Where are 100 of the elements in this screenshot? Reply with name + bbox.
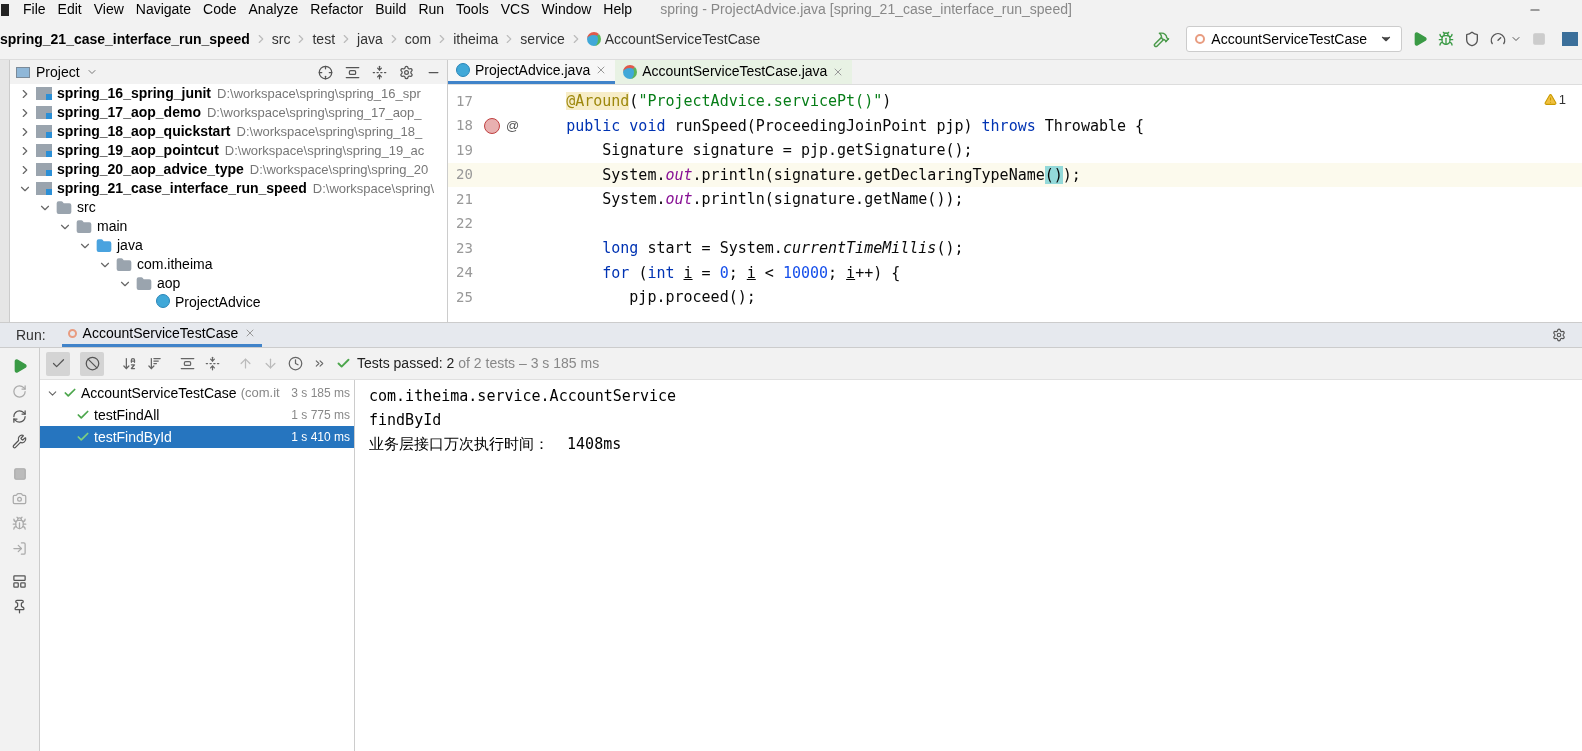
tree-item[interactable]: spring_17_aop_demo — [57, 102, 201, 123]
show-ignored-toggle[interactable] — [80, 351, 104, 376]
test-row[interactable]: AccountServiceTestCase (com.it 3 s 185 ms — [40, 382, 354, 404]
tree-item[interactable]: java — [117, 235, 143, 256]
expand-all-icon[interactable] — [180, 356, 195, 371]
test-name: testFindAll — [94, 405, 160, 425]
tree-item[interactable]: spring_16_spring_junit — [57, 84, 212, 104]
class-icon — [156, 293, 170, 308]
line-number: 17 — [455, 91, 474, 111]
tree-item[interactable]: main — [97, 216, 128, 237]
debug-bug-icon[interactable] — [1438, 31, 1454, 47]
run-tab[interactable]: AccountServiceTestCase — [61, 322, 263, 347]
passed-check-icon — [76, 430, 90, 444]
editor-tab[interactable]: ProjectAdvice.java — [448, 60, 616, 84]
tree-item[interactable]: ProjectAdvice — [175, 292, 261, 313]
folder-icon — [76, 218, 92, 235]
menu-item[interactable]: Code — [197, 0, 243, 20]
menu-item[interactable]: Window — [535, 0, 598, 20]
code-line: long start = System.currentTimeMillis(); — [601, 238, 964, 259]
passed-check-icon — [63, 386, 77, 400]
breadcrumb[interactable]: com — [404, 28, 432, 50]
menu-item[interactable]: Tools — [450, 0, 495, 20]
line-number: 25 — [455, 287, 474, 307]
panel-title[interactable]: Project — [36, 61, 80, 83]
module-path: D:\workspace\spring\ — [312, 179, 435, 198]
show-passed-toggle[interactable] — [46, 351, 70, 376]
menu-item[interactable]: File — [17, 0, 52, 20]
coverage-icon[interactable] — [1464, 31, 1480, 47]
menu-item[interactable]: Edit — [51, 0, 88, 20]
build-hammer-icon[interactable] — [1153, 30, 1171, 48]
folder-icon — [116, 256, 132, 273]
sort-alpha-icon[interactable] — [122, 356, 137, 371]
menu-item[interactable]: Build — [369, 0, 413, 20]
collapse-all-icon[interactable] — [205, 356, 220, 371]
toggle-auto-test-icon[interactable] — [12, 409, 27, 424]
override-method-icon[interactable] — [484, 117, 500, 134]
tree-item[interactable]: spring_21_case_interface_run_speed — [57, 178, 307, 199]
test-row[interactable]: testFindById 1 s 410 ms — [40, 426, 354, 448]
ban-icon — [84, 356, 100, 371]
more-icon[interactable] — [313, 357, 326, 370]
run-icon[interactable] — [1412, 31, 1428, 47]
sort-duration-icon[interactable] — [147, 356, 162, 371]
wrench-icon[interactable] — [12, 434, 27, 449]
app-logo-icon — [1, 3, 9, 16]
class-icon — [456, 63, 470, 77]
tree-item[interactable]: spring_19_aop_pointcut — [57, 140, 219, 161]
annotation-gutter-mark[interactable]: @ — [506, 116, 520, 136]
test-row[interactable]: testFindAll 1 s 775 ms — [40, 404, 354, 426]
tree-item[interactable]: com.itheima — [137, 254, 213, 275]
line-number: 19 — [455, 140, 474, 160]
code-line: pjp.proceed(); — [628, 287, 756, 308]
module-folder-icon — [36, 87, 52, 100]
test-duration: 1 s 775 ms — [290, 407, 350, 424]
editor-tab[interactable]: AccountServiceTestCase.java — [615, 60, 853, 84]
menu-item[interactable]: Analyze — [242, 0, 305, 20]
code-line: for (int i = 0; i < 10000; i++) { — [601, 262, 901, 284]
menu-item[interactable]: Run — [412, 0, 451, 20]
module-folder-icon — [36, 163, 52, 176]
menu-item[interactable]: Refactor — [304, 0, 370, 20]
layout-icon[interactable] — [12, 574, 27, 589]
locate-icon[interactable] — [318, 64, 333, 80]
module-folder-icon — [36, 144, 52, 157]
tree-item[interactable]: spring_20_aop_advice_type — [57, 159, 244, 180]
code-line: System.out.println(signature.getDeclaringTypeName()); — [601, 164, 1081, 186]
menu-item[interactable]: View — [87, 0, 130, 20]
breadcrumb[interactable]: test — [312, 28, 336, 50]
code-line: System.out.println(signature.getName()); — [601, 189, 964, 210]
window-title: spring - ProjectAdvice.java [spring_21_case_interface_run_speed] — [660, 0, 1072, 19]
breadcrumb[interactable]: service — [520, 28, 565, 50]
tree-item[interactable]: src — [77, 197, 96, 218]
warning-icon[interactable] — [1543, 93, 1557, 107]
folder-icon — [136, 275, 152, 292]
run-config-dropdown[interactable]: AccountServiceTestCase — [1186, 26, 1402, 52]
history-icon[interactable] — [288, 356, 303, 371]
test-summary: of 2 tests – 3 s 185 ms — [458, 354, 600, 373]
line-number: 20 — [455, 165, 474, 185]
expand-all-icon[interactable] — [345, 64, 360, 80]
test-config-icon — [1195, 34, 1206, 44]
module-path: D:\workspace\spring\spring_20 — [249, 160, 429, 179]
breadcrumb[interactable]: java — [357, 28, 383, 50]
test-name: testFindById — [94, 427, 172, 447]
module-folder-icon — [36, 106, 52, 119]
pin-icon[interactable] — [12, 599, 27, 614]
menu-item[interactable]: Navigate — [129, 0, 198, 20]
warning-count[interactable]: 1 — [1558, 90, 1566, 110]
run-label: Run: — [16, 325, 46, 345]
line-number: 21 — [455, 189, 474, 209]
breadcrumb[interactable]: itheima — [453, 28, 499, 50]
menu-item[interactable]: Help — [597, 0, 639, 20]
settings-icon[interactable] — [399, 64, 414, 80]
tree-item[interactable]: aop — [157, 273, 181, 294]
line-number: 18 — [455, 116, 474, 136]
breadcrumb[interactable]: AccountServiceTestCase — [604, 28, 761, 50]
breadcrumb[interactable]: spring_21_case_interface_run_speed — [0, 28, 250, 50]
collapse-all-icon[interactable] — [372, 64, 387, 80]
breadcrumb[interactable]: src — [271, 28, 291, 50]
tree-item[interactable]: spring_18_aop_quickstart — [57, 121, 231, 142]
settings-icon[interactable] — [1552, 328, 1566, 342]
menu-item[interactable]: VCS — [494, 0, 536, 20]
profiler-icon[interactable] — [1490, 31, 1506, 47]
